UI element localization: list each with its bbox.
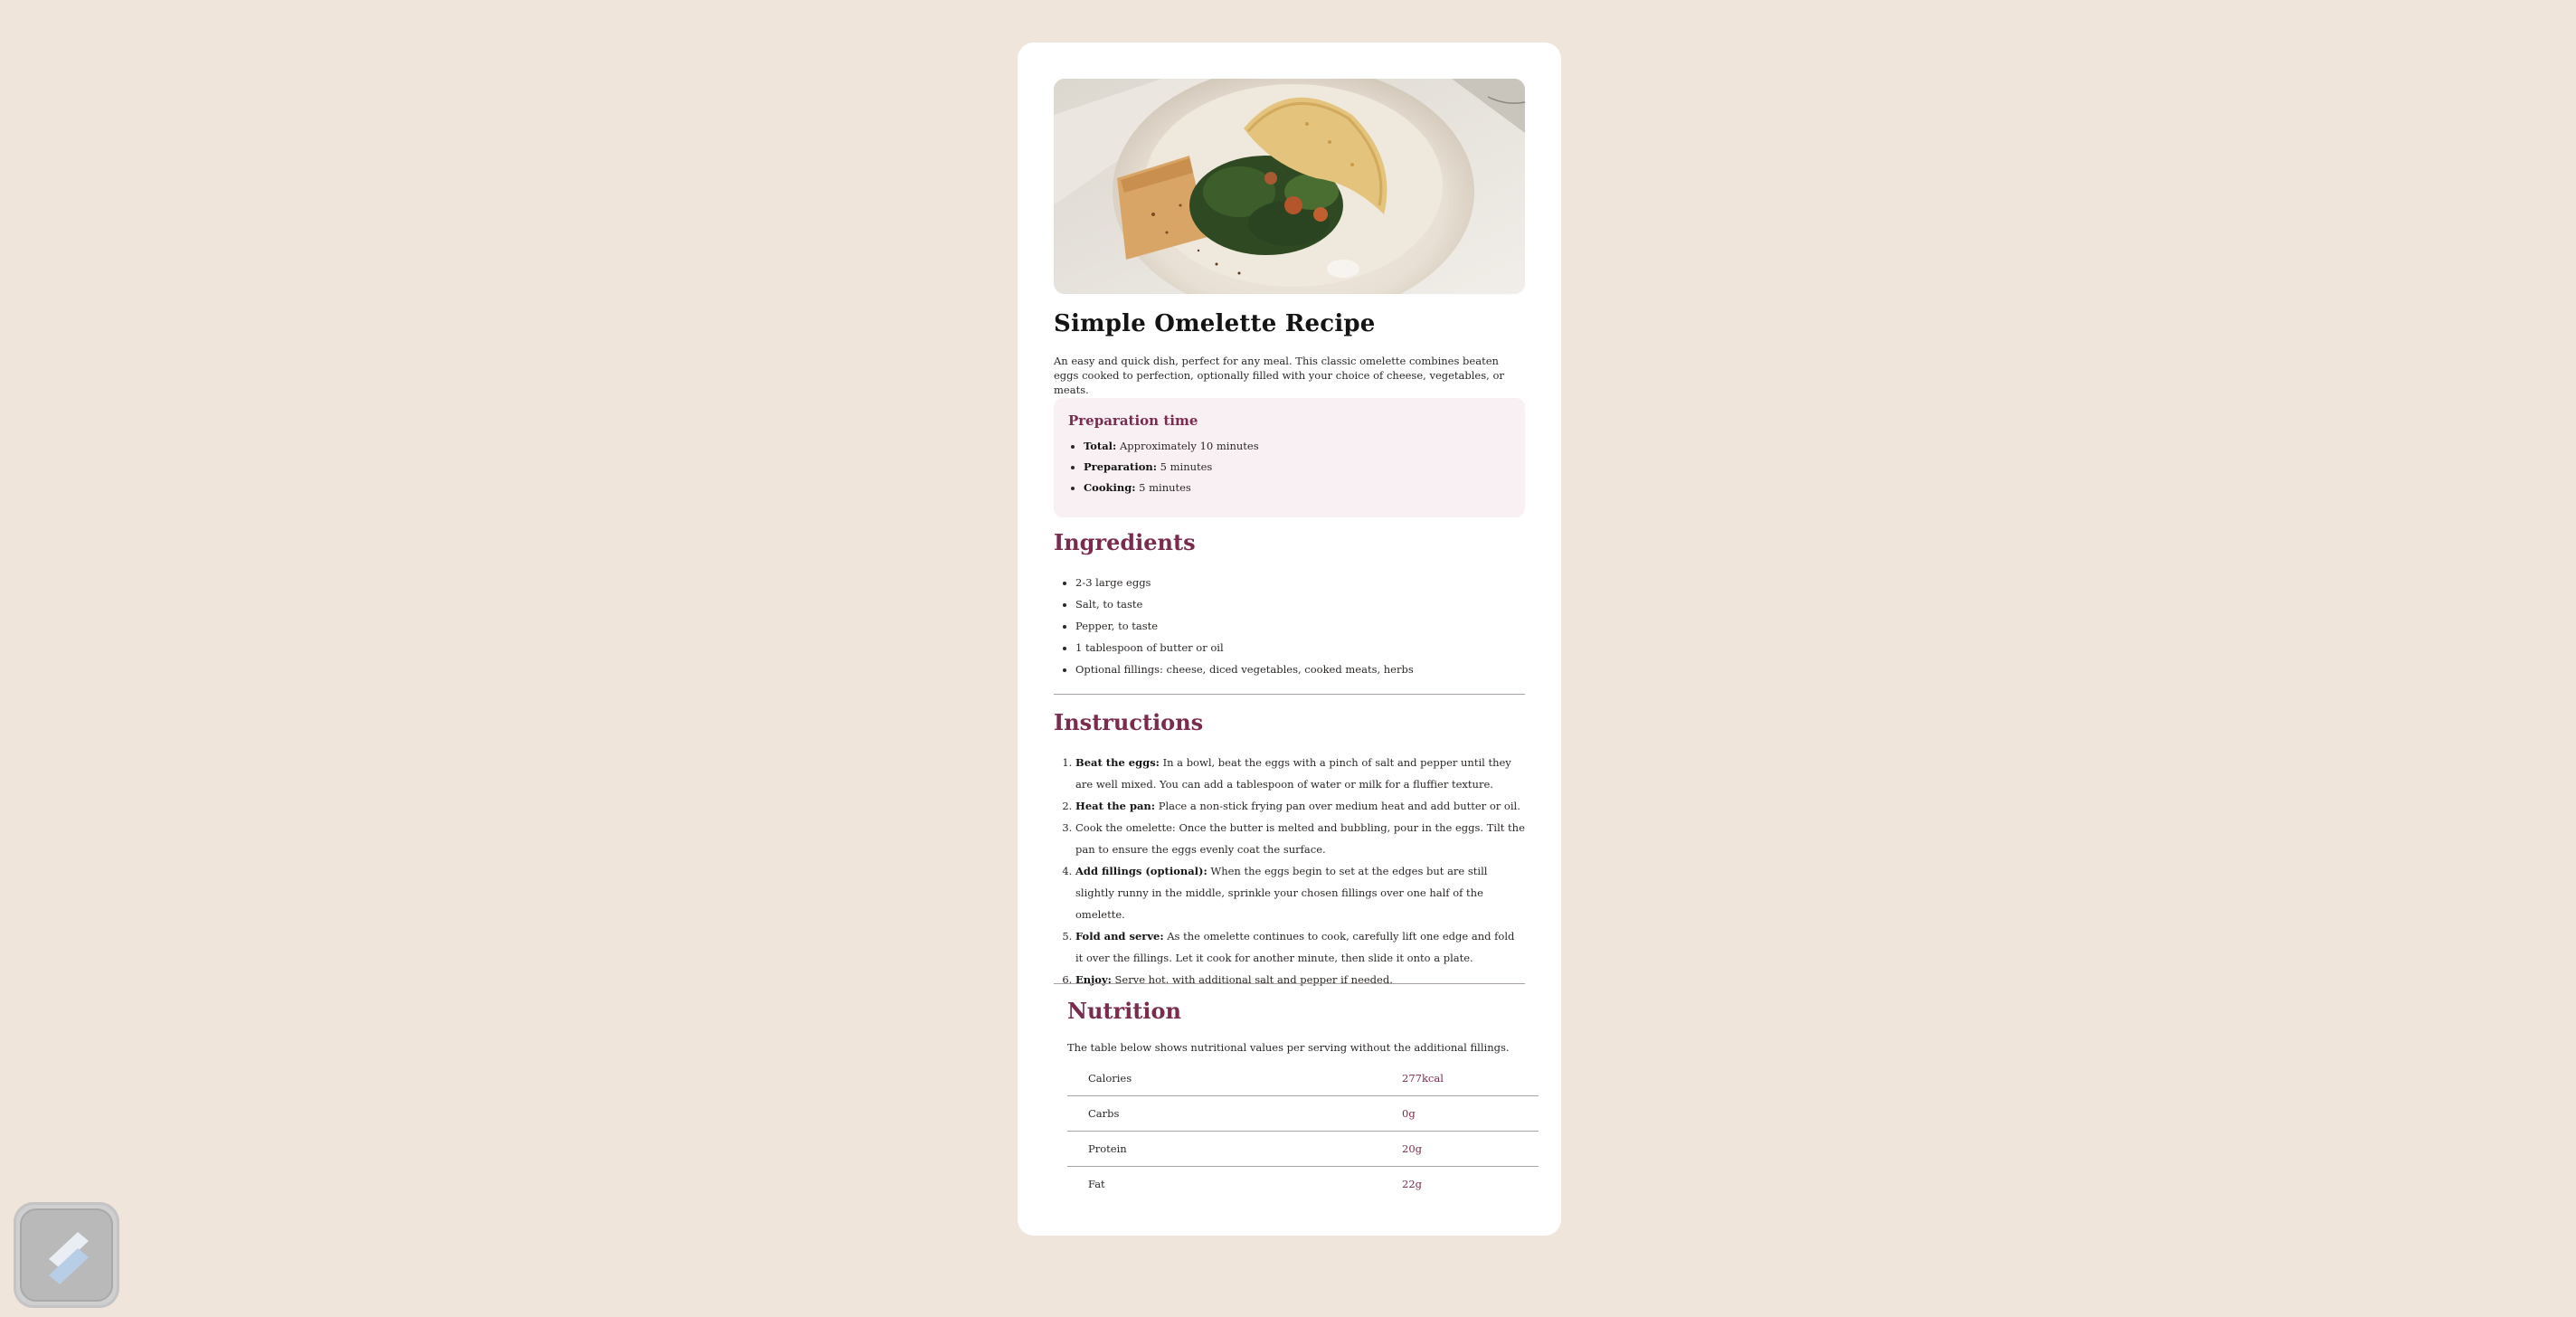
step-label: Fold and serve: [1075,930,1164,943]
instruction-step: Beat the eggs: In a bowl, beat the eggs … [1075,752,1525,795]
nutrition-table: Calories 277kcal Carbs 0g Protein 20g Fa… [1067,1061,1539,1201]
instruction-step: Heat the pan: Place a non-stick frying p… [1075,795,1525,817]
instructions-heading: Instructions [1054,709,1204,735]
instructions-list: Beat the eggs: In a bowl, beat the eggs … [1054,752,1525,990]
step-text: Place a non-stick frying pan over medium… [1155,800,1520,812]
step-label: Add fillings (optional): [1075,865,1208,877]
nutrient-name: Fat [1088,1178,1105,1190]
divider [1054,983,1525,984]
table-row: Fat 22g [1067,1167,1539,1202]
prep-item-value: 5 minutes [1139,481,1191,494]
prep-item-total: Total: Approximately 10 minutes [1084,436,1511,457]
ingredient-item: Pepper, to taste [1075,615,1525,637]
prep-item-value: Approximately 10 minutes [1119,440,1259,452]
preparation-time-box: Preparation time Total: Approximately 10… [1054,398,1525,517]
app-logo-icon-tile [20,1208,113,1302]
preparation-time-heading: Preparation time [1068,412,1198,429]
step-label: Heat the pan: [1075,800,1156,812]
recipe-card: Simple Omelette Recipe An easy and quick… [1018,43,1561,1236]
prep-item-label: Cooking: [1084,481,1136,494]
table-row: Protein 20g [1067,1131,1539,1167]
instruction-step: Add fillings (optional): When the eggs b… [1075,860,1525,925]
prep-item-value: 5 minutes [1160,460,1213,473]
ingredients-list: 2-3 large eggs Salt, to taste Pepper, to… [1054,572,1525,680]
ingredient-item: Optional fillings: cheese, diced vegetab… [1075,658,1525,680]
instruction-step: Enjoy: Serve hot, with additional salt a… [1075,969,1525,990]
omelette-image [1054,79,1525,294]
step-text: Cook the omelette: Once the butter is me… [1075,821,1525,856]
table-row: Calories 277kcal [1067,1061,1539,1096]
nutrient-value: 22g [1402,1178,1422,1190]
preparation-time-list: Total: Approximately 10 minutes Preparat… [1068,436,1511,498]
nutrient-value: 20g [1323,1131,1539,1167]
prep-item-label: Preparation: [1084,460,1157,473]
instruction-step: Fold and serve: As the omelette continue… [1075,925,1525,969]
prep-item-cooking: Cooking: 5 minutes [1084,478,1511,498]
app-logo-glyph [49,1232,89,1284]
prep-item-preparation: Preparation: 5 minutes [1084,457,1511,478]
nutrient-name: Carbs [1067,1095,1323,1132]
nutrition-intro: The table below shows nutritional values… [1067,1041,1510,1054]
ingredient-item: Salt, to taste [1075,593,1525,615]
recipe-title: Simple Omelette Recipe [1054,310,1376,337]
instruction-step: Cook the omelette: Once the butter is me… [1075,817,1525,860]
nutrition-heading: Nutrition [1067,998,1181,1024]
ingredients-heading: Ingredients [1054,529,1196,555]
divider [1054,694,1525,695]
step-label: Beat the eggs: [1075,756,1160,769]
app-logo-icon[interactable] [14,1202,119,1308]
recipe-intro: An easy and quick dish, perfect for any … [1054,355,1504,396]
nutrient-name: Protein [1067,1131,1323,1167]
ingredient-item: 2-3 large eggs [1075,572,1525,593]
prep-item-label: Total: [1084,440,1117,452]
ingredient-item: 1 tablespoon of butter or oil [1075,637,1525,658]
nutrient-value: 0g [1323,1095,1539,1132]
nutrient-name: Calories [1067,1061,1323,1096]
nutrient-value: 277kcal [1323,1061,1539,1096]
table-row: Carbs 0g [1067,1095,1539,1132]
